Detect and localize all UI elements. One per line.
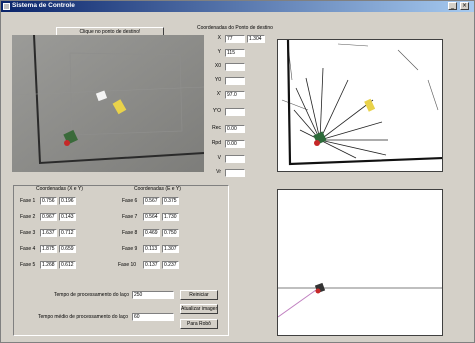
y-label: Y [217,49,221,55]
phase-b-field[interactable]: 0.375 [162,197,179,205]
target-coords-heading: Coordenadas do Ponto de destino [197,25,273,31]
camera-image [12,35,204,172]
rec-field[interactable]: 0.00 [225,125,245,133]
x-secondary-field[interactable]: 1.304 [247,35,265,43]
phase-b-field[interactable]: 0.196 [59,197,76,205]
vr-label: Vr [216,169,221,175]
phase-label: Fase 5 [20,262,36,268]
phase-label: Fase 7 [122,214,138,220]
x0-label: X0 [214,63,221,69]
camera-view[interactable] [12,35,204,172]
vr-field[interactable] [225,169,245,177]
processed-image [281,40,442,166]
rpd-label: Rpd [211,140,221,146]
phase-label: Fase 1 [20,198,36,204]
phase-b-field[interactable]: 0.750 [162,229,179,237]
coordinates-group: Coordenadas (X e Y) Coordenadas (E e Y) … [13,185,229,336]
phase-b-field[interactable]: 0.143 [59,213,76,221]
trajectory-image [278,282,442,318]
minimize-icon[interactable]: _ [448,2,457,10]
phase-label: Fase 3 [20,230,36,236]
average-loop-time-label: Tempo médio de processamento do laço [38,314,129,320]
stop-robot-button[interactable]: Para Robô [180,319,218,329]
close-icon[interactable]: × [460,2,469,10]
phase-a-field[interactable]: 0.113 [143,245,160,253]
y-prime-field[interactable] [225,108,245,116]
loop-time-field[interactable]: 250 [132,291,174,299]
y0-field[interactable] [225,77,245,85]
x-label: X [217,35,221,41]
rec-label: Rec [212,125,221,131]
phase-b-field[interactable]: 0.659 [59,245,76,253]
x0-field[interactable] [225,63,245,71]
phase-a-field[interactable]: 1.875 [40,245,57,253]
phase-b-field[interactable]: 1.307 [162,245,179,253]
phase-a-field[interactable]: 0.756 [40,197,57,205]
phase-label: Fase 2 [20,214,36,220]
phase-a-field[interactable]: 0.564 [143,213,160,221]
x-field[interactable]: 77 [225,35,245,43]
app-window: Sistema de Controle _ × Clique no ponto … [0,0,475,343]
v-field[interactable] [225,155,245,163]
phase-a-field[interactable]: 1.637 [40,229,57,237]
phase-a-field[interactable]: 0.469 [143,229,160,237]
phase-label: Fase 8 [122,230,138,236]
phase-a-field[interactable]: 0.137 [143,261,160,269]
phase-a-field[interactable]: 0.567 [143,197,160,205]
phase-b-field[interactable]: 0.612 [59,261,76,269]
app-icon [3,3,10,10]
title-bar: Sistema de Controle _ × [1,1,474,12]
coords-right-heading: Coordenadas (E e Y) [134,186,181,192]
y-prime-label: Y'O [212,108,221,114]
coords-left-heading: Coordenadas (X e Y) [36,186,83,192]
v-label: V [217,155,221,161]
update-image-button[interactable]: Atualizar imagem [180,304,218,314]
phase-b-field[interactable]: 0.237 [162,261,179,269]
phase-b-field[interactable]: 1.730 [162,213,179,221]
phase-b-field[interactable]: 0.712 [59,229,76,237]
window-title: Sistema de Controle [12,2,75,9]
y-field[interactable]: 115 [225,49,245,57]
processed-view [277,39,443,172]
average-loop-time-field[interactable]: 60 [132,313,174,321]
y0-label: Y0 [214,77,221,83]
rpd-field[interactable]: 0.00 [225,140,245,148]
loop-time-label: Tempo de processamento do laço [54,292,130,298]
phase-label: Fase 10 [118,262,137,268]
x-prime-label: X' [216,91,221,97]
phase-label: Fase 9 [122,246,138,252]
phase-a-field[interactable]: 0.967 [40,213,57,221]
phase-a-field[interactable]: 1.268 [40,261,57,269]
trajectory-view [277,189,443,336]
phase-label: Fase 4 [20,246,36,252]
restart-button[interactable]: Reiniciar [180,290,218,300]
x-prime-field[interactable]: 97.0 [225,91,245,99]
phase-label: Fase 6 [122,198,138,204]
